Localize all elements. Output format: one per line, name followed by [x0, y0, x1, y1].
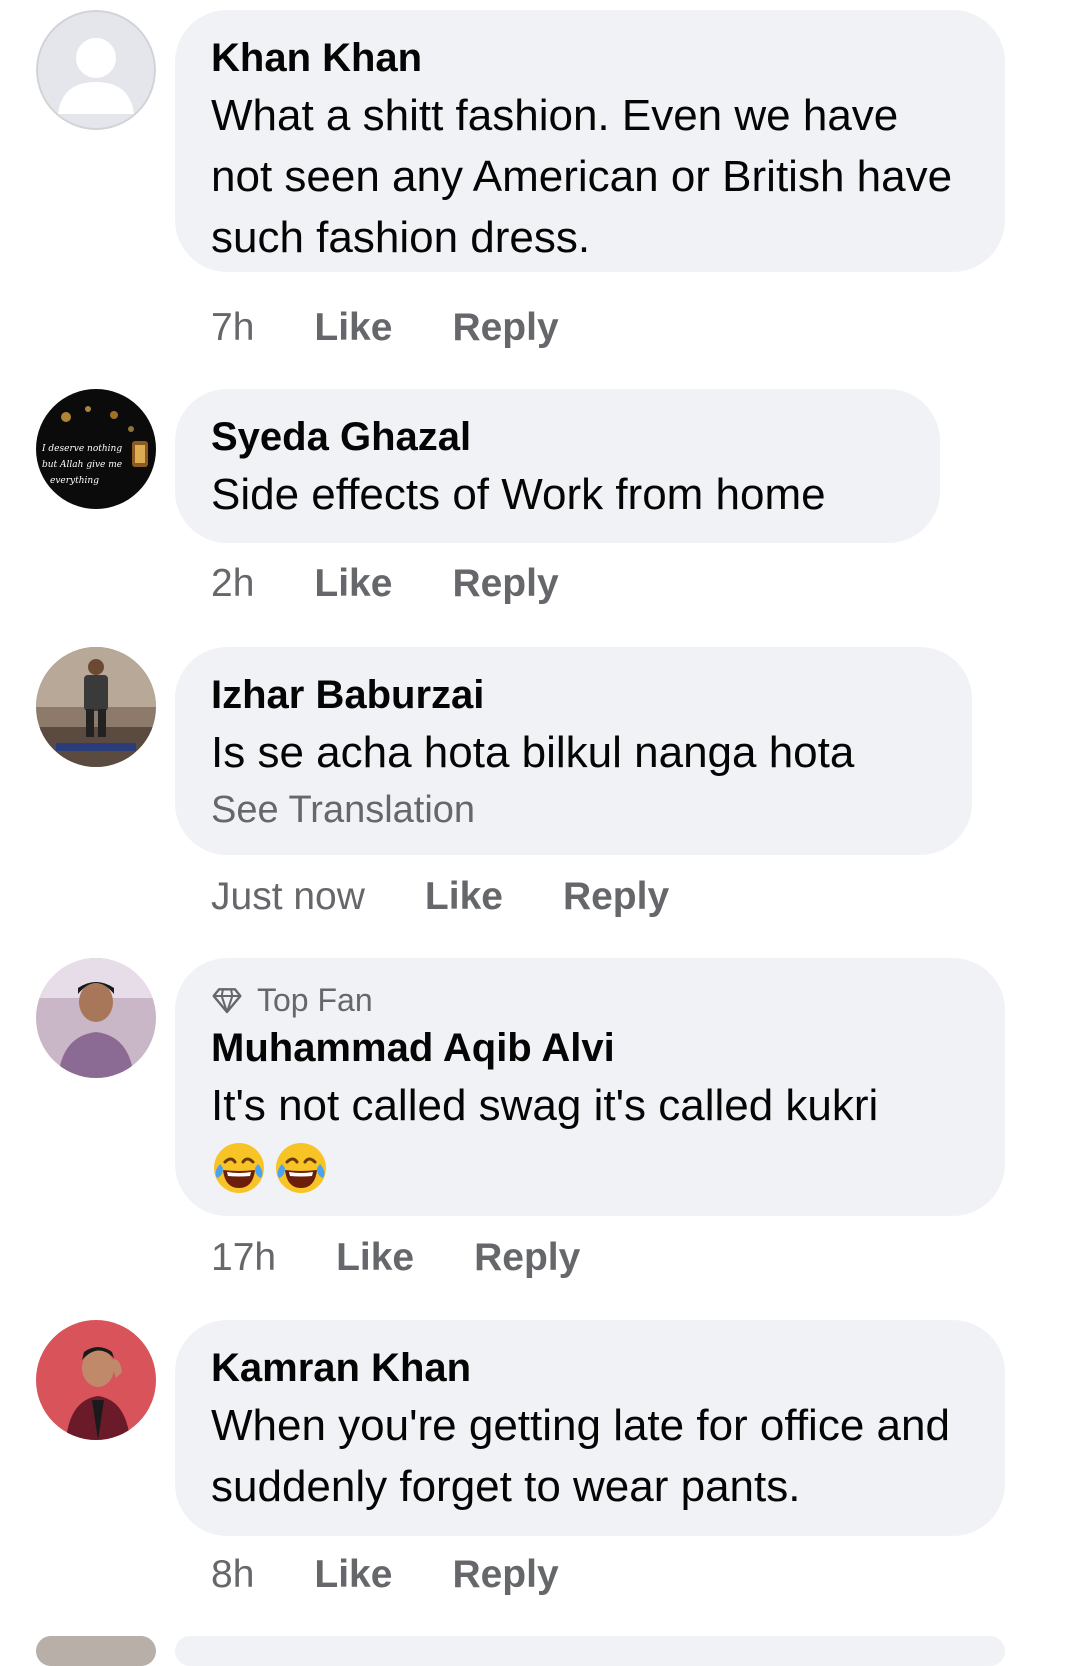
comment-time[interactable]: 7h — [211, 306, 254, 350]
reply-button[interactable]: Reply — [452, 1553, 558, 1597]
comment-bubble[interactable]: Syeda Ghazal Side effects of Work from h… — [175, 389, 940, 543]
young-man-avatar-image — [36, 958, 156, 1078]
svg-text:but Allah give me: but Allah give me — [42, 460, 122, 470]
man-pink-background-avatar-image — [36, 1320, 156, 1440]
comment-time[interactable]: 2h — [211, 562, 254, 606]
comment-actions: Just now Like Reply — [211, 875, 669, 919]
comment-author[interactable]: Syeda Ghazal — [211, 413, 904, 461]
comment-author[interactable]: Muhammad Aqib Alvi — [211, 1024, 969, 1072]
comment-actions: 17h Like Reply — [211, 1236, 580, 1280]
comment-time[interactable]: 8h — [211, 1553, 254, 1597]
like-button[interactable]: Like — [336, 1236, 414, 1280]
avatar[interactable] — [36, 1320, 156, 1440]
comment-text: Is se acha hota bilkul nanga hota — [211, 728, 855, 777]
next-avatar-peek — [36, 1636, 156, 1666]
like-button[interactable]: Like — [314, 562, 392, 606]
lantern-quote-avatar-image: I deserve nothing but Allah give me ever… — [36, 389, 156, 509]
comment-text: Side effects of Work from home — [211, 470, 826, 519]
reply-button[interactable]: Reply — [563, 875, 669, 919]
like-button[interactable]: Like — [314, 1553, 392, 1597]
reply-button[interactable]: Reply — [452, 562, 558, 606]
comment-actions: 8h Like Reply — [211, 1553, 559, 1597]
comment-bubble[interactable]: Khan Khan What a shitt fashion. Even we … — [175, 10, 1005, 272]
avatar[interactable] — [36, 10, 156, 130]
comment-time[interactable]: 17h — [211, 1236, 276, 1280]
comment-actions: 7h Like Reply — [211, 306, 559, 350]
next-comment-bubble-peek — [175, 1636, 1005, 1666]
tears-of-joy-emoji-icon — [276, 1143, 326, 1193]
svg-text:I deserve nothing: I deserve nothing — [41, 444, 122, 454]
avatar[interactable] — [36, 958, 156, 1078]
tears-of-joy-emoji-icon — [214, 1143, 264, 1193]
comment-text: What a shitt fashion. Even we have not s… — [211, 91, 953, 262]
like-button[interactable]: Like — [314, 306, 392, 350]
reply-button[interactable]: Reply — [452, 306, 558, 350]
svg-text:everything: everything — [50, 476, 99, 486]
comment-bubble[interactable]: Kamran Khan When you're getting late for… — [175, 1320, 1005, 1536]
default-profile-icon — [36, 10, 156, 130]
comment-author[interactable]: Izhar Baburzai — [211, 671, 936, 719]
comment-text: When you're getting late for office and … — [211, 1401, 950, 1511]
top-fan-badge[interactable]: Top Fan — [211, 980, 969, 1020]
top-fan-label: Top Fan — [257, 981, 373, 1018]
comment-actions: 2h Like Reply — [211, 562, 559, 606]
like-button[interactable]: Like — [425, 875, 503, 919]
comment-bubble[interactable]: Top Fan Muhammad Aqib Alvi It's not call… — [175, 958, 1005, 1216]
diamond-icon — [212, 988, 242, 1014]
man-standing-avatar-image — [36, 647, 156, 767]
reply-button[interactable]: Reply — [474, 1236, 580, 1280]
avatar[interactable]: I deserve nothing but Allah give me ever… — [36, 389, 156, 509]
comment-bubble[interactable]: Izhar Baburzai Is se acha hota bilkul na… — [175, 647, 972, 855]
comment-author[interactable]: Kamran Khan — [211, 1344, 969, 1392]
avatar[interactable] — [36, 647, 156, 767]
comment-author[interactable]: Khan Khan — [211, 34, 969, 82]
comment-text: It's not called swag it's called kukri — [211, 1081, 879, 1130]
emoji-row — [211, 1140, 969, 1196]
comment-time[interactable]: Just now — [211, 875, 365, 919]
see-translation-link[interactable]: See Translation — [211, 785, 936, 835]
